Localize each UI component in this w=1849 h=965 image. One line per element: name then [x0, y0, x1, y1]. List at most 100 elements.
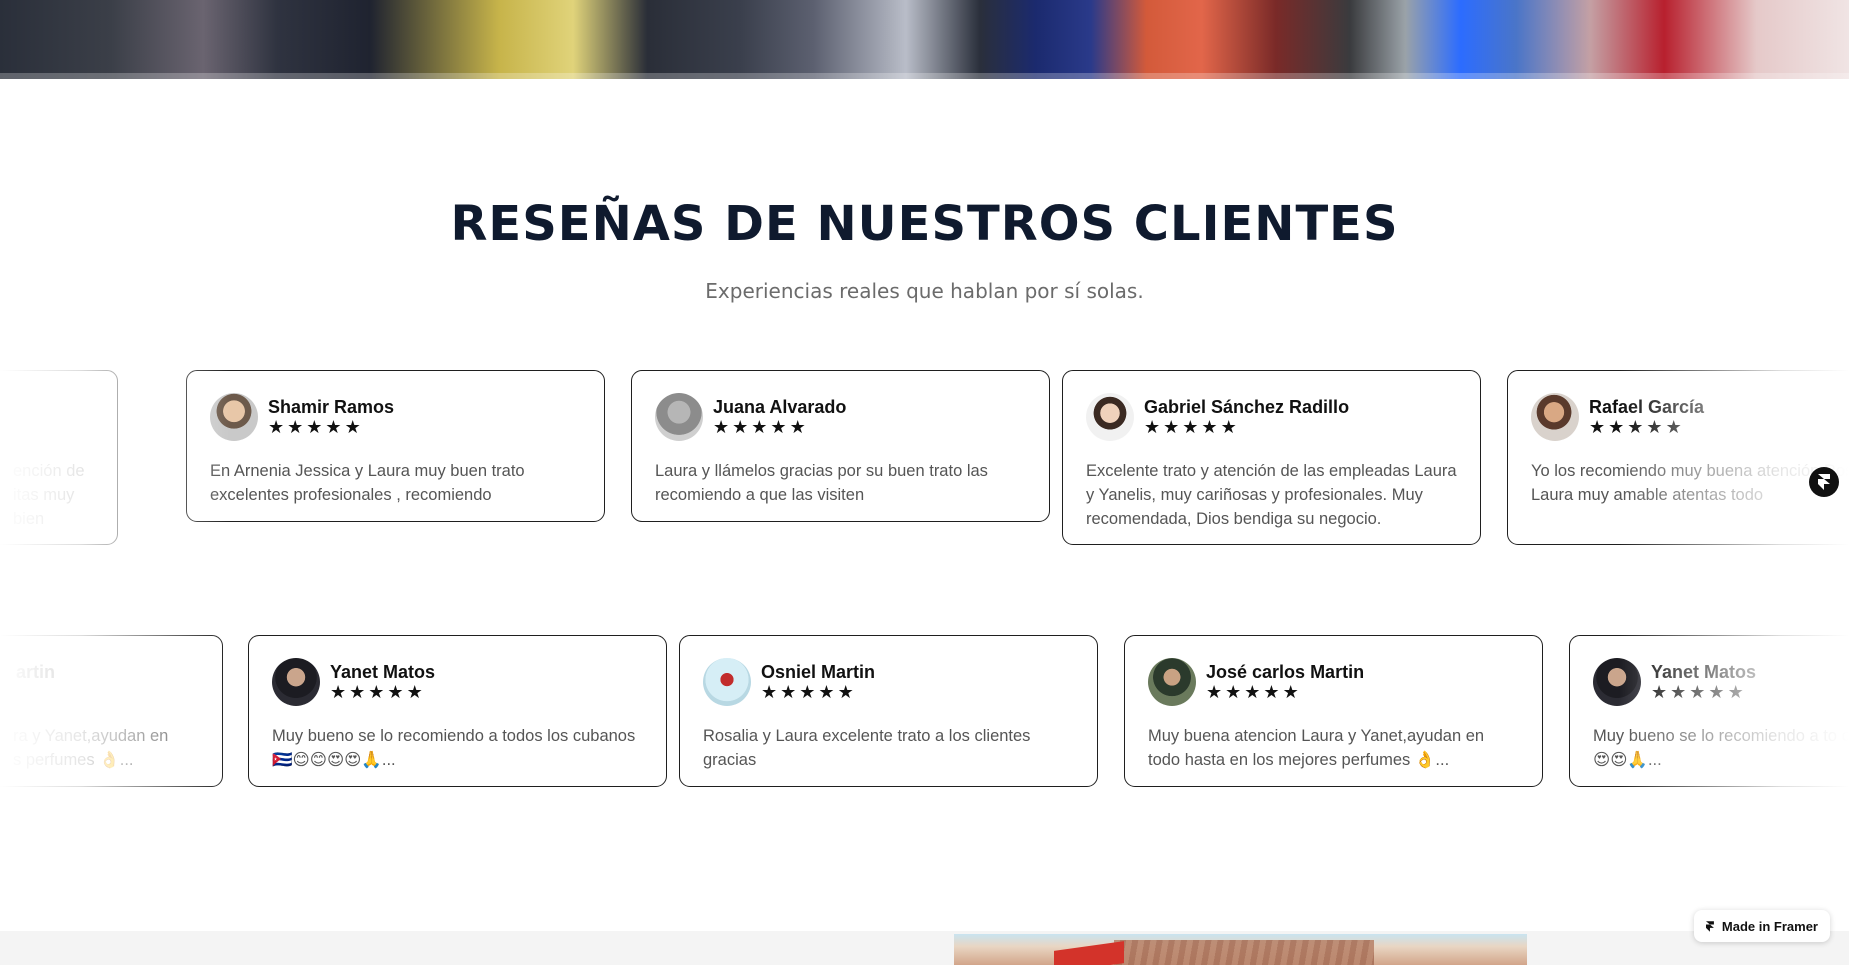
review-card: Juana Alvarado ★ ★ ★ ★ ★ Laura y llámelos gr… — [631, 370, 1050, 522]
review-text: Excelente trato y atención de las emplea… — [1086, 462, 1457, 528]
reviewer-name: Shamir Ramos — [268, 396, 395, 417]
reviewer-name: artin — [16, 661, 56, 682]
star-icon: ★ — [780, 681, 797, 703]
avatar — [1531, 393, 1579, 441]
star-icon: ★ — [368, 681, 385, 703]
star-icon: ★ — [799, 681, 816, 703]
review-text: Muy bueno se lo recomiendo a to cubanos … — [1593, 727, 1849, 769]
star-icon: ★ — [1225, 681, 1242, 703]
framer-logo-icon — [1818, 474, 1830, 490]
star-icon: ★ — [1182, 416, 1199, 438]
star-icon: ★ — [1689, 681, 1706, 703]
review-text: ención de itas muy bien — [13, 462, 85, 528]
review-card-header: José carlos Martin ★ ★ ★ ★ ★ — [1148, 658, 1519, 706]
framer-floating-button[interactable] — [1809, 467, 1839, 497]
star-icon: ★ — [770, 416, 787, 438]
star-rating: ★ ★ ★ ★ ★ — [330, 681, 435, 703]
review-card: artin ★★★★★ ra y Yanet,ayudan en s perfu… — [0, 635, 223, 787]
review-card: Rafael García ★ ★ ★ ★ ★ Yo los recomiendo mu… — [1507, 370, 1849, 545]
star-icon: ★ — [1144, 416, 1161, 438]
review-card: Yanet Matos ★ ★ ★ ★ ★ Muy bueno se lo recomi… — [248, 635, 667, 787]
reviews-carousel-row-2[interactable]: artin ★★★★★ ra y Yanet,ayudan en s perfu… — [0, 635, 1849, 815]
reviewer-name: Rafael García — [1589, 396, 1705, 417]
review-card: José carlos Martin ★ ★ ★ ★ ★ Muy buena atenc… — [1124, 635, 1543, 787]
star-rating: ★ ★ ★ ★ ★ — [1206, 681, 1364, 703]
star-icon: ★ — [732, 416, 749, 438]
star-icon: ★ — [1627, 416, 1644, 438]
framer-logo-icon — [1706, 920, 1714, 932]
star-icon: ★ — [1651, 681, 1668, 703]
star-icon: ★ — [406, 681, 423, 703]
review-card: ★★★★★ ención de itas muy bien — [0, 370, 118, 545]
star-icon: ★ — [713, 416, 730, 438]
star-icon: ★ — [1206, 681, 1223, 703]
avatar — [1086, 393, 1134, 441]
avatar — [1593, 658, 1641, 706]
star-rating: ★ ★ ★ ★ ★ — [1144, 416, 1349, 438]
star-icon: ★ — [349, 681, 366, 703]
star-icon: ★ — [330, 681, 347, 703]
review-card-header: Osniel Martin ★ ★ ★ ★ ★ — [703, 658, 1074, 706]
star-icon: ★ — [761, 681, 778, 703]
star-icon: ★ — [268, 416, 285, 438]
review-card: Gabriel Sánchez Radillo ★ ★ ★ ★ ★ Excelente … — [1062, 370, 1481, 545]
star-icon: ★ — [1608, 416, 1625, 438]
reviewer-name: Osniel Martin — [761, 661, 876, 682]
star-icon: ★ — [751, 416, 768, 438]
reviewer-name: Yanet Matos — [1651, 661, 1757, 682]
reviewer-name: Juana Alvarado — [713, 396, 847, 417]
review-card-header: ★★★★★ — [0, 393, 94, 441]
review-card-header: Shamir Ramos ★ ★ ★ ★ ★ — [210, 393, 581, 441]
star-icon: ★ — [1201, 416, 1218, 438]
star-rating: ★ ★ ★ ★ ★ — [1589, 416, 1704, 438]
avatar — [655, 393, 703, 441]
section-title: RESEÑAS DE NUESTROS CLIENTES — [450, 196, 1399, 252]
review-text: Muy buena atencion Laura y Yanet,ayudan … — [1148, 727, 1485, 769]
star-rating: ★ ★ ★ ★ ★ — [761, 681, 875, 703]
shelf-edge — [0, 73, 1849, 79]
star-rating: ★ ★ ★ ★ ★ — [713, 416, 846, 438]
star-icon: ★ — [1220, 416, 1237, 438]
review-text: En Arnenia Jessica y Laura muy buen trat… — [210, 462, 525, 504]
star-rating: ★ ★ ★ ★ ★ — [268, 416, 394, 438]
review-text: Yo los recomiendo muy buena atención Ros… — [1531, 462, 1849, 504]
star-icon: ★ — [1282, 681, 1299, 703]
reviewer-name: Gabriel Sánchez Radillo — [1144, 396, 1350, 417]
avatar — [272, 658, 320, 706]
star-icon: ★ — [1646, 416, 1663, 438]
roof-detail — [1114, 940, 1374, 965]
avatar — [703, 658, 751, 706]
review-card-header: Rafael García ★ ★ ★ ★ ★ — [1531, 393, 1849, 441]
avatar — [1148, 658, 1196, 706]
star-icon: ★ — [1163, 416, 1180, 438]
review-text: Muy bueno se lo recomiendo a todos los c… — [272, 727, 636, 769]
review-card-header: Yanet Matos ★ ★ ★ ★ ★ — [1593, 658, 1849, 706]
star-icon: ★ — [1589, 416, 1606, 438]
avatar — [210, 393, 258, 441]
reviews-carousel-row-1[interactable]: ★★★★★ ención de itas muy bien Shamir Ram… — [0, 370, 1849, 550]
review-text: ra y Yanet,ayudan en s perfumes 👌... — [13, 727, 169, 769]
store-sign — [1054, 941, 1124, 965]
review-card: Shamir Ramos ★ ★ ★ ★ ★ En Arnenia Jessica y … — [186, 370, 605, 522]
review-text: Laura y llámelos gracias por su buen tra… — [655, 462, 988, 504]
star-icon: ★ — [344, 416, 361, 438]
review-card-header: Yanet Matos ★ ★ ★ ★ ★ — [272, 658, 643, 706]
review-card-header: Gabriel Sánchez Radillo ★ ★ ★ ★ ★ — [1086, 393, 1457, 441]
review-card: Osniel Martin ★ ★ ★ ★ ★ Rosalia y Laura exce… — [679, 635, 1098, 787]
star-icon: ★ — [789, 416, 806, 438]
star-icon: ★ — [287, 416, 304, 438]
review-text: Rosalia y Laura excelente trato a los cl… — [703, 727, 1031, 769]
store-shelf-banner-image — [0, 0, 1849, 79]
review-card: Yanet Matos ★ ★ ★ ★ ★ Muy bueno se lo recomi… — [1569, 635, 1849, 787]
reviewer-name: José carlos Martin — [1206, 661, 1365, 682]
star-icon: ★ — [1670, 681, 1687, 703]
made-in-framer-badge[interactable]: Made in Framer — [1694, 910, 1830, 942]
review-card-header: Juana Alvarado ★ ★ ★ ★ ★ — [655, 393, 1026, 441]
next-section-background — [0, 931, 1849, 965]
star-icon: ★ — [818, 681, 835, 703]
section-subtitle: Experiencias reales que hablan por sí so… — [705, 279, 1144, 303]
star-icon: ★ — [387, 681, 404, 703]
star-icon: ★ — [306, 416, 323, 438]
star-icon: ★ — [1727, 681, 1744, 703]
store-front-photo — [954, 934, 1527, 965]
